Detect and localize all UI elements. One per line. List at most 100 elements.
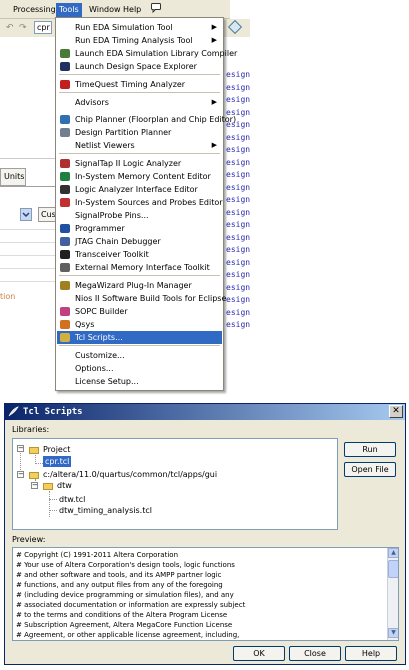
signaltap-icon xyxy=(60,159,70,168)
undo-icon[interactable]: ↶ xyxy=(6,23,14,33)
collapse-project-icon[interactable]: − xyxy=(17,445,24,452)
project-combo[interactable]: cpr xyxy=(34,21,52,34)
run-button[interactable]: Run xyxy=(344,442,396,457)
tree-item-dtw-tcl[interactable]: dtw.tcl xyxy=(59,494,85,505)
menu-item-customize[interactable]: Customize... xyxy=(57,349,222,362)
customize-button[interactable]: Cust xyxy=(38,207,56,222)
menu-item-jtag-chain-debugger[interactable]: JTAG Chain Debugger xyxy=(57,235,222,248)
menu-item-timequest-timing-analyzer[interactable]: TimeQuest Timing Analyzer xyxy=(57,78,222,91)
menu-item-in-system-sources-and-probes-editor[interactable]: In-System Sources and Probes Editor xyxy=(57,196,223,209)
menu-item-chip-planner-floorplan-and-chip-editor[interactable]: Chip Planner (Floorplan and Chip Editor) xyxy=(57,113,236,126)
tree-item-project[interactable]: Project xyxy=(43,444,70,455)
code-line: esign xyxy=(226,95,251,104)
preview-line: # and other software and tools, and its … xyxy=(16,571,222,579)
memory-editor-icon xyxy=(60,172,70,181)
code-line: esign xyxy=(226,307,251,317)
menu-item-label: SignalProbe Pins... xyxy=(75,211,149,220)
code-line: esign xyxy=(226,207,251,217)
menu-item-signaltap-ii-logic-analyzer[interactable]: SignalTap II Logic Analyzer xyxy=(57,157,222,170)
collapse-dtw-icon[interactable]: − xyxy=(31,482,38,489)
partition-planner-icon xyxy=(60,128,70,137)
preview-label: Preview: xyxy=(12,535,46,544)
close-button[interactable]: Close xyxy=(289,646,341,661)
menu-separator xyxy=(59,153,220,154)
libraries-tree[interactable]: − Project cpr.tcl − c:/altera/11.0/quart… xyxy=(12,438,338,530)
scroll-down-icon[interactable]: ▼ xyxy=(388,628,398,638)
menu-item-megawizard-plug-in-manager[interactable]: MegaWizard Plug-In Manager xyxy=(57,279,222,292)
open-file-button[interactable]: Open File xyxy=(344,462,396,477)
menu-window[interactable]: Window xyxy=(86,3,124,17)
redo-icon[interactable]: ↷ xyxy=(19,23,27,33)
menu-item-advisors[interactable]: Advisors ▶ xyxy=(57,96,222,109)
menu-item-design-partition-planner[interactable]: Design Partition Planner xyxy=(57,126,222,139)
menu-item-sopc-builder[interactable]: SOPC Builder xyxy=(57,305,222,318)
menu-item-options[interactable]: Options... xyxy=(57,362,222,375)
code-line: esign xyxy=(226,82,251,92)
row-divider xyxy=(0,255,56,256)
logic-analyzer-icon xyxy=(60,185,70,194)
menu-item-nios-ii-software-build-tools-for-eclipse[interactable]: Nios II Software Build Tools for Eclipse xyxy=(57,292,226,305)
units-tab[interactable]: Units xyxy=(0,168,26,186)
menu-item-transceiver-toolkit[interactable]: Transceiver Toolkit xyxy=(57,248,222,261)
menu-item-license-setup[interactable]: License Setup... xyxy=(57,375,222,388)
menu-item-launch-eda-simulation-library-compiler[interactable]: Launch EDA Simulation Library Compiler xyxy=(57,47,237,60)
menu-item-label: Options... xyxy=(75,364,114,373)
ok-button[interactable]: OK xyxy=(233,646,285,661)
help-bubble-icon[interactable] xyxy=(148,3,164,17)
row-divider xyxy=(0,229,56,230)
tree-item-dtw-timing[interactable]: dtw_timing_analysis.tcl xyxy=(59,505,152,516)
jtag-icon xyxy=(60,237,70,246)
code-line: esign xyxy=(226,157,251,167)
preview-line: # Your use of Altera Corporation's desig… xyxy=(16,561,235,569)
preview-text[interactable]: # Copyright (C) 1991-2011 Altera Corpora… xyxy=(12,547,399,641)
sources-probes-icon xyxy=(60,198,70,207)
menu-item-run-eda-timing-analysis-tool[interactable]: Run EDA Timing Analysis Tool ▶ xyxy=(57,34,222,47)
programmer-icon xyxy=(60,224,70,233)
code-line: esign xyxy=(226,245,251,254)
tree-item-cpr-tcl[interactable]: cpr.tcl xyxy=(43,456,72,467)
menu-item-in-system-memory-content-editor[interactable]: In-System Memory Content Editor xyxy=(57,170,222,183)
dropdown-arrow-icon[interactable] xyxy=(20,208,32,221)
menu-item-signalprobe-pins[interactable]: SignalProbe Pins... xyxy=(57,209,222,222)
menu-help[interactable]: Help xyxy=(120,3,144,17)
code-line: esign xyxy=(226,182,251,192)
menu-item-label: Run EDA Simulation Tool xyxy=(75,23,173,32)
menu-separator xyxy=(59,275,220,276)
menu-item-tcl-scripts[interactable]: Tcl Scripts... xyxy=(57,331,222,344)
submenu-arrow-icon: ▶ xyxy=(211,23,217,31)
menu-item-label: TimeQuest Timing Analyzer xyxy=(75,80,186,89)
menu-item-netlist-viewers[interactable]: Netlist Viewers ▶ xyxy=(57,139,222,152)
menu-item-label: SignalTap II Logic Analyzer xyxy=(75,159,182,168)
menu-item-programmer[interactable]: Programmer xyxy=(57,222,222,235)
collapse-path-icon[interactable]: − xyxy=(17,471,24,478)
close-icon[interactable]: ✕ xyxy=(389,405,403,418)
menu-item-label: In-System Sources and Probes Editor xyxy=(75,198,223,207)
megawizard-icon xyxy=(60,281,70,290)
preview-line: # associated documentation or informatio… xyxy=(16,601,246,609)
preview-scrollbar[interactable]: ▲ ▼ xyxy=(387,548,398,640)
right-toolbar xyxy=(224,19,250,37)
row-divider xyxy=(0,268,56,269)
scroll-up-icon[interactable]: ▲ xyxy=(388,548,398,558)
menu-item-qsys[interactable]: Qsys xyxy=(57,318,222,331)
code-line: esign xyxy=(226,232,251,242)
folder-icon xyxy=(29,472,39,479)
preview-line: # Agreement, or other applicable license… xyxy=(16,631,240,639)
menu-item-launch-design-space-explorer[interactable]: Launch Design Space Explorer xyxy=(57,60,222,73)
code-line: esign xyxy=(226,257,251,267)
menu-tools[interactable]: Tools xyxy=(56,3,82,17)
menu-item-logic-analyzer-interface-editor[interactable]: Logic Analyzer Interface Editor xyxy=(57,183,222,196)
scroll-thumb[interactable] xyxy=(388,560,398,578)
design-space-explorer-icon xyxy=(60,62,70,71)
menu-item-external-memory-interface-toolkit[interactable]: External Memory Interface Toolkit xyxy=(57,261,222,274)
menu-item-label: Netlist Viewers xyxy=(75,141,135,150)
qsys-icon xyxy=(60,320,70,329)
menu-processing[interactable]: Processing xyxy=(10,3,59,17)
menu-item-label: Logic Analyzer Interface Editor xyxy=(75,185,198,194)
help-button[interactable]: Help xyxy=(345,646,397,661)
compile-icon[interactable] xyxy=(227,19,243,35)
dialog-titlebar[interactable]: Tcl Scripts ✕ xyxy=(5,404,405,420)
tree-item-dtw[interactable]: dtw xyxy=(57,480,72,491)
menu-item-run-eda-simulation-tool[interactable]: Run EDA Simulation Tool ▶ xyxy=(57,21,222,34)
tree-item-gui-path[interactable]: c:/altera/11.0/quartus/common/tcl/apps/g… xyxy=(43,469,217,480)
